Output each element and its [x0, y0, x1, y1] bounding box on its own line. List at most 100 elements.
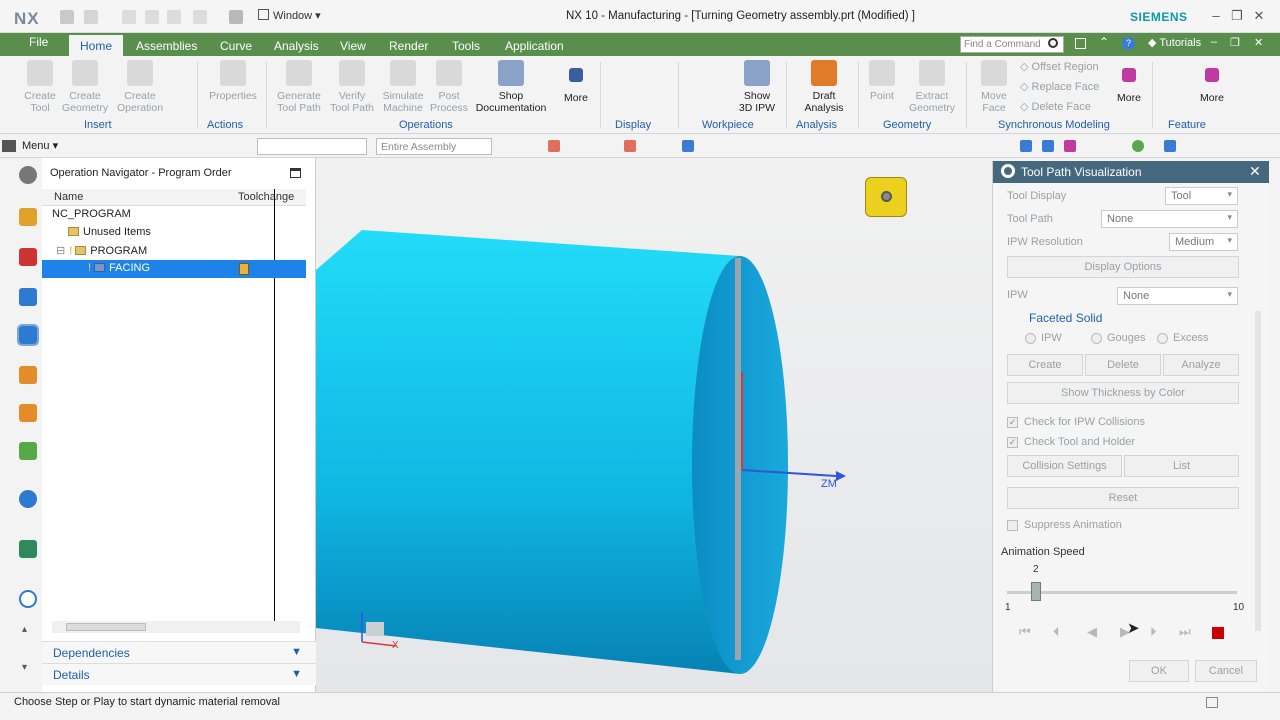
tree-row-unused-items[interactable]: Unused Items — [42, 224, 232, 242]
create-tool-button[interactable]: Create Tool — [20, 60, 60, 114]
close-icon[interactable]: ✕ — [1249, 163, 1261, 180]
more-feature-button[interactable]: More — [1195, 60, 1229, 104]
tab-tools[interactable]: Tools — [441, 35, 491, 56]
tree-row-facing[interactable]: ! FACING — [42, 260, 306, 278]
snap-icon[interactable] — [548, 140, 560, 152]
delete-face-button[interactable]: ◇ Delete Face — [1020, 100, 1091, 113]
assembly-navigator-icon[interactable] — [19, 248, 37, 266]
copy-icon[interactable] — [145, 10, 159, 24]
suppress-animation-checkbox[interactable] — [1007, 520, 1018, 531]
operation-navigator-icon[interactable] — [17, 324, 39, 346]
rewind-to-start-icon[interactable]: ⏮ — [1019, 624, 1031, 640]
list-button[interactable]: List — [1124, 455, 1239, 477]
collapse-icon[interactable]: ⊟ — [56, 245, 65, 257]
display-options-button[interactable]: Display Options — [1007, 256, 1239, 278]
check-ipw-collisions-checkbox[interactable]: ✓ — [1007, 417, 1018, 428]
graphics-viewport[interactable]: ZM X — [316, 158, 992, 692]
save-icon[interactable] — [60, 10, 74, 24]
draft-analysis-button[interactable]: Draft Analysis — [796, 60, 852, 114]
reuse-library-icon[interactable] — [19, 442, 37, 460]
window-menu[interactable]: Window ▾ — [258, 9, 321, 22]
maximize-icon[interactable] — [290, 168, 301, 178]
horizontal-scrollbar[interactable] — [52, 621, 300, 633]
offset-region-button[interactable]: ◇ Offset Region — [1020, 60, 1099, 73]
constraint-navigator-icon[interactable] — [19, 288, 37, 306]
point-button[interactable]: Point — [864, 60, 900, 102]
tree-row-program[interactable]: ⊟! PROGRAM — [42, 242, 232, 260]
resource-scroll-down-icon[interactable]: ▾ — [22, 662, 27, 673]
show-thickness-button[interactable]: Show Thickness by Color — [1007, 382, 1239, 404]
web-browser-icon[interactable] — [19, 490, 37, 508]
check-tool-holder-checkbox[interactable]: ✓ — [1007, 437, 1018, 448]
ipw-radio[interactable] — [1025, 333, 1036, 344]
paste-icon[interactable] — [167, 10, 181, 24]
view-orientation-icon[interactable] — [1164, 140, 1176, 152]
scroll-thumb[interactable] — [66, 623, 146, 631]
tab-view[interactable]: View — [329, 35, 377, 56]
touch-mode-icon[interactable] — [229, 10, 243, 24]
close-icon[interactable]: ✕ — [1251, 8, 1267, 24]
doc-close-icon[interactable]: ✕ — [1254, 36, 1263, 49]
stop-icon[interactable] — [1212, 627, 1224, 639]
gear-icon[interactable] — [1001, 164, 1015, 178]
gouges-radio[interactable] — [1091, 333, 1102, 344]
tab-analysis[interactable]: Analysis — [263, 35, 330, 56]
collapse-ribbon-icon[interactable]: ⌃ — [1099, 35, 1109, 49]
menu-button[interactable]: Menu ▾ — [22, 139, 58, 152]
more-sync-button[interactable]: More — [1112, 60, 1146, 104]
tool-path-select[interactable]: None — [1101, 210, 1238, 228]
solid-body-icon[interactable] — [682, 140, 694, 152]
collision-settings-button[interactable]: Collision Settings — [1007, 455, 1122, 477]
machine-tool-navigator-icon[interactable] — [19, 366, 37, 384]
repeat-command-icon[interactable] — [193, 10, 207, 24]
restore-icon[interactable]: ❐ — [1229, 8, 1245, 24]
full-screen-icon[interactable] — [1206, 697, 1218, 708]
tab-application[interactable]: Application — [494, 35, 575, 56]
history-icon[interactable] — [19, 590, 37, 608]
replace-face-button[interactable]: ◇ Replace Face — [1020, 80, 1099, 93]
doc-minimize-icon[interactable]: – — [1211, 36, 1217, 48]
tool-display-select[interactable]: Tool — [1165, 187, 1238, 205]
shop-documentation-button[interactable]: Shop Documentation — [473, 60, 549, 114]
step-back-icon[interactable]: ⏴ — [1053, 624, 1060, 640]
search-icon[interactable] — [1048, 38, 1058, 48]
tab-assemblies[interactable]: Assemblies — [125, 35, 208, 56]
rotate-icon[interactable] — [1042, 140, 1054, 152]
select-box-icon[interactable] — [624, 140, 636, 152]
play-backward-icon[interactable]: ◀ — [1087, 624, 1097, 640]
ribbon-options-icon[interactable] — [1075, 38, 1086, 49]
ipw-resolution-select[interactable]: Medium — [1169, 233, 1238, 251]
fast-forward-icon[interactable]: ⏭ — [1179, 624, 1191, 640]
doc-restore-icon[interactable]: ❐ — [1230, 36, 1240, 49]
create-button[interactable]: Create — [1007, 354, 1083, 376]
part-navigator-icon[interactable] — [19, 208, 37, 226]
shade-icon[interactable] — [1132, 140, 1144, 152]
step-forward-icon[interactable]: ⏵ — [1150, 624, 1157, 640]
file-tab[interactable]: File — [29, 35, 48, 49]
generate-tool-path-button[interactable]: Generate Tool Path — [274, 60, 324, 114]
create-geometry-button[interactable]: Create Geometry — [62, 60, 108, 114]
analyze-button[interactable]: Analyze — [1163, 354, 1239, 376]
tab-render[interactable]: Render — [378, 35, 439, 56]
slider-thumb[interactable] — [1031, 582, 1041, 601]
type-filter-select[interactable] — [257, 138, 367, 155]
reset-button[interactable]: Reset — [1007, 487, 1239, 509]
excess-radio[interactable] — [1157, 333, 1168, 344]
dialog-scrollbar[interactable] — [1255, 311, 1261, 631]
details-panel[interactable]: Details ▼ — [42, 663, 316, 685]
cancel-button[interactable]: Cancel — [1195, 660, 1257, 682]
animation-speed-slider[interactable] — [1007, 591, 1237, 594]
tab-home[interactable]: Home — [69, 35, 124, 56]
simulate-machine-button[interactable]: Simulate Machine — [380, 60, 426, 114]
create-operation-button[interactable]: Create Operation — [114, 60, 166, 114]
undo-icon[interactable] — [84, 10, 98, 24]
more-operations-button[interactable]: More — [558, 60, 594, 104]
fit-view-icon[interactable] — [1020, 140, 1032, 152]
col-toolchange[interactable]: Toolchange — [238, 191, 294, 203]
dependencies-panel[interactable]: Dependencies ▼ — [42, 641, 316, 663]
minimize-icon[interactable]: – — [1208, 8, 1224, 24]
extract-geometry-button[interactable]: Extract Geometry — [908, 60, 956, 114]
tab-curve[interactable]: Curve — [209, 35, 263, 56]
tutorials-link[interactable]: ◆ Tutorials — [1148, 36, 1201, 49]
post-process-button[interactable]: Post Process — [430, 60, 468, 114]
